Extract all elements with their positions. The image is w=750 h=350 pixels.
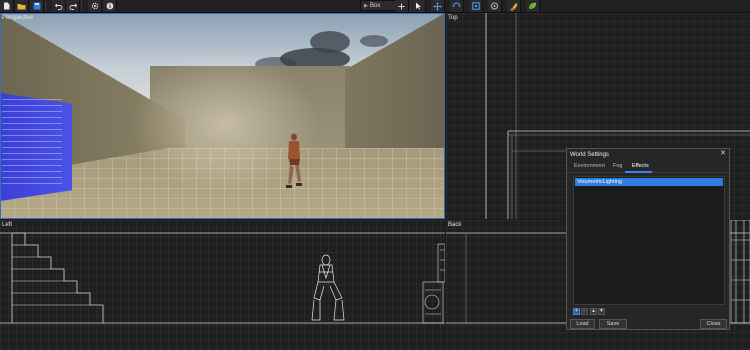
character-model[interactable] bbox=[283, 133, 305, 197]
play-icon: ▶ bbox=[364, 3, 368, 9]
save-button[interactable]: Save bbox=[599, 319, 627, 329]
effects-list[interactable]: VolumetricLighting bbox=[573, 176, 725, 305]
move-icon[interactable] bbox=[431, 0, 445, 12]
add-effect-button[interactable]: + bbox=[573, 308, 580, 315]
main-toolbar: ▶ Box bbox=[0, 0, 750, 13]
undo-icon[interactable] bbox=[52, 0, 66, 12]
left-viewport[interactable]: Left bbox=[0, 220, 445, 350]
tab-environment[interactable]: Environment bbox=[574, 163, 605, 170]
perspective-viewport[interactable]: Perspective bbox=[0, 13, 445, 219]
save-icon[interactable] bbox=[30, 0, 44, 12]
load-button[interactable]: Load bbox=[570, 319, 595, 329]
machine-wireframe-back bbox=[730, 220, 750, 324]
open-folder-icon[interactable] bbox=[15, 0, 29, 12]
screen-text-lines bbox=[2, 99, 62, 189]
camera-icon[interactable] bbox=[488, 0, 502, 12]
dialog-title: World Settings bbox=[570, 152, 609, 158]
move-down-button[interactable]: ▼ bbox=[598, 308, 605, 315]
add-icon[interactable] bbox=[395, 0, 409, 12]
viewport-label-back: Back bbox=[448, 222, 462, 228]
creation-mode-value: Box bbox=[370, 3, 381, 9]
active-tab-indicator bbox=[625, 171, 652, 173]
remove-effect-button[interactable]: − bbox=[581, 308, 588, 315]
tab-fog[interactable]: Fog bbox=[613, 163, 622, 170]
settings-gear-icon[interactable] bbox=[88, 0, 102, 12]
move-up-button[interactable]: ▲ bbox=[590, 308, 597, 315]
select-cursor-icon[interactable] bbox=[412, 0, 426, 12]
redo-icon[interactable] bbox=[66, 0, 80, 12]
scale-icon[interactable] bbox=[469, 0, 483, 12]
viewport-label-top: Top bbox=[448, 15, 458, 21]
list-item-volumetric-lighting[interactable]: VolumetricLighting bbox=[575, 178, 723, 186]
left-view-geometry bbox=[0, 232, 445, 324]
rotate-icon[interactable] bbox=[450, 0, 464, 12]
tab-effects[interactable]: Effects bbox=[632, 163, 649, 170]
close-icon[interactable]: ✕ bbox=[720, 150, 726, 158]
viewport-label-left: Left bbox=[2, 222, 13, 228]
machine-wireframe bbox=[422, 243, 445, 324]
paint-icon[interactable] bbox=[507, 0, 521, 12]
viewport-label-perspective: Perspective bbox=[2, 15, 34, 21]
leaf-icon[interactable] bbox=[526, 0, 540, 12]
world-settings-dialog: World Settings ✕ Environment Fog Effects… bbox=[566, 148, 730, 330]
close-button[interactable]: Close bbox=[700, 319, 727, 329]
info-icon[interactable] bbox=[103, 0, 117, 12]
character-wireframe bbox=[311, 254, 345, 321]
new-file-icon[interactable] bbox=[0, 0, 14, 12]
